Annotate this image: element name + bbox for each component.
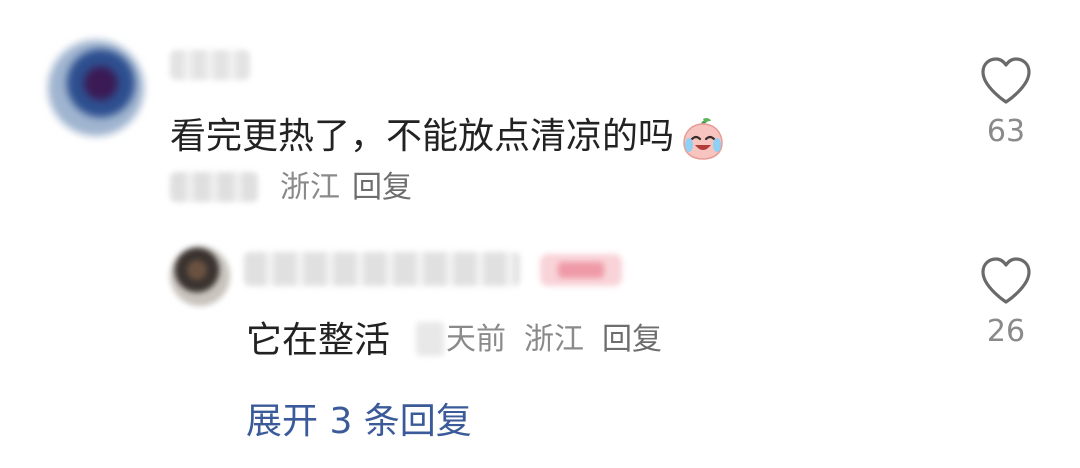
avatar-replier[interactable] [170, 246, 230, 306]
comment-meta: 浙江 回复 [280, 166, 412, 210]
reply-like-count: 26 [986, 314, 1026, 349]
replier-tag-blurred [540, 254, 622, 286]
reply-location: 浙江 [524, 322, 584, 357]
heart-outline-icon[interactable] [979, 56, 1033, 106]
reply-reply-button[interactable]: 回复 [602, 322, 662, 357]
comment-text: 看完更热了，不能放点清凉的吗 [170, 116, 675, 157]
comment-like[interactable]: 63 [966, 56, 1046, 152]
reply-time-blurred [416, 322, 444, 356]
commenter-name-blurred[interactable] [170, 50, 250, 80]
comment-time-blurred [170, 172, 258, 202]
reply-meta: 天前 浙江 回复 [446, 318, 662, 362]
reply-time-suffix: 天前 [446, 322, 506, 357]
comment-like-count: 63 [986, 114, 1026, 149]
comment-reply-button[interactable]: 回复 [352, 170, 412, 205]
replier-name-blurred[interactable] [244, 252, 520, 286]
crying-laughing-emoji-icon [683, 117, 723, 160]
expand-replies-link[interactable]: 展开 3 条回复 [246, 396, 472, 448]
heart-outline-icon[interactable] [979, 256, 1033, 306]
comment-location: 浙江 [280, 170, 340, 205]
reply-text: 它在整活 [246, 320, 391, 361]
avatar-commenter[interactable] [48, 40, 144, 136]
comment-body: 看完更热了，不能放点清凉的吗 [170, 112, 726, 162]
reply-like[interactable]: 26 [966, 256, 1046, 352]
